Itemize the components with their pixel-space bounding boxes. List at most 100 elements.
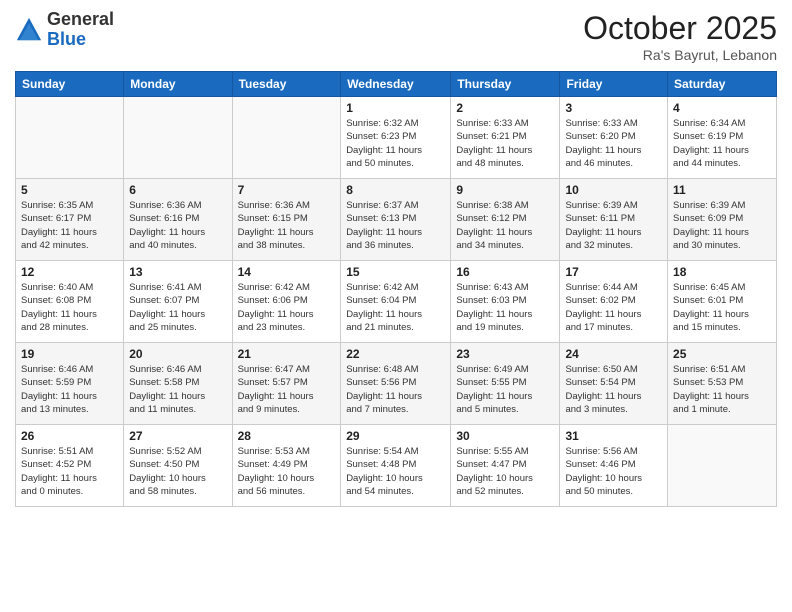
day-info: Sunrise: 5:56 AMSunset: 4:46 PMDaylight:… <box>565 445 662 498</box>
day-number: 16 <box>456 265 554 279</box>
day-number: 2 <box>456 101 554 115</box>
calendar-cell: 5 Sunrise: 6:35 AMSunset: 6:17 PMDaylight… <box>16 179 124 261</box>
calendar-week-4: 19 Sunrise: 6:46 AMSunset: 5:59 PMDayligh… <box>16 343 777 425</box>
calendar-cell: 13 Sunrise: 6:41 AMSunset: 6:07 PMDayligh… <box>124 261 232 343</box>
day-number: 12 <box>21 265 118 279</box>
day-info: Sunrise: 6:42 AMSunset: 6:06 PMDaylight:… <box>238 281 336 334</box>
day-number: 4 <box>673 101 771 115</box>
day-header-thursday: Thursday <box>451 72 560 97</box>
day-number: 1 <box>346 101 445 115</box>
calendar-week-5: 26 Sunrise: 5:51 AMSunset: 4:52 PMDayligh… <box>16 425 777 507</box>
day-number: 10 <box>565 183 662 197</box>
day-header-saturday: Saturday <box>668 72 777 97</box>
calendar-cell: 9Sunrise: 6:38 AMSunset: 6:12 PMDaylight… <box>451 179 560 261</box>
day-info: Sunrise: 6:38 AMSunset: 6:12 PMDaylight:… <box>456 199 554 252</box>
day-info: Sunrise: 6:41 AMSunset: 6:07 PMDaylight:… <box>129 281 226 334</box>
calendar-week-3: 12 Sunrise: 6:40 AMSunset: 6:08 PMDayligh… <box>16 261 777 343</box>
calendar-cell: 11 Sunrise: 6:39 AMSunset: 6:09 PMDayligh… <box>668 179 777 261</box>
calendar-cell: 7 Sunrise: 6:36 AMSunset: 6:15 PMDaylight… <box>232 179 341 261</box>
calendar-cell <box>124 97 232 179</box>
calendar-cell: 3 Sunrise: 6:33 AMSunset: 6:20 PMDaylight… <box>560 97 668 179</box>
day-info: Sunrise: 6:37 AMSunset: 6:13 PMDaylight:… <box>346 199 445 252</box>
calendar-cell: 1Sunrise: 6:32 AMSunset: 6:23 PMDaylight… <box>341 97 451 179</box>
logo: General Blue <box>15 10 114 50</box>
day-number: 21 <box>238 347 336 361</box>
day-info: Sunrise: 6:46 AMSunset: 5:58 PMDaylight:… <box>129 363 226 416</box>
calendar-cell: 12 Sunrise: 6:40 AMSunset: 6:08 PMDayligh… <box>16 261 124 343</box>
calendar-cell: 10 Sunrise: 6:39 AMSunset: 6:11 PMDayligh… <box>560 179 668 261</box>
calendar-cell: 16 Sunrise: 6:43 AMSunset: 6:03 PMDayligh… <box>451 261 560 343</box>
calendar-cell: 28 Sunrise: 5:53 AMSunset: 4:49 PMDayligh… <box>232 425 341 507</box>
day-number: 22 <box>346 347 445 361</box>
day-info: Sunrise: 6:40 AMSunset: 6:08 PMDaylight:… <box>21 281 118 334</box>
day-info: Sunrise: 6:44 AMSunset: 6:02 PMDaylight:… <box>565 281 662 334</box>
day-number: 5 <box>21 183 118 197</box>
day-info: Sunrise: 6:34 AMSunset: 6:19 PMDaylight:… <box>673 117 771 170</box>
day-number: 30 <box>456 429 554 443</box>
calendar-cell: 14Sunrise: 6:42 AMSunset: 6:06 PMDayligh… <box>232 261 341 343</box>
day-header-tuesday: Tuesday <box>232 72 341 97</box>
calendar-cell: 29Sunrise: 5:54 AMSunset: 4:48 PMDayligh… <box>341 425 451 507</box>
day-number: 31 <box>565 429 662 443</box>
day-number: 28 <box>238 429 336 443</box>
title-section: October 2025 Ra's Bayrut, Lebanon <box>583 10 777 63</box>
calendar-cell: 25Sunrise: 6:51 AMSunset: 5:53 PMDayligh… <box>668 343 777 425</box>
day-info: Sunrise: 6:46 AMSunset: 5:59 PMDaylight:… <box>21 363 118 416</box>
day-info: Sunrise: 6:33 AMSunset: 6:20 PMDaylight:… <box>565 117 662 170</box>
calendar-cell: 20 Sunrise: 6:46 AMSunset: 5:58 PMDayligh… <box>124 343 232 425</box>
calendar-cell: 30 Sunrise: 5:55 AMSunset: 4:47 PMDayligh… <box>451 425 560 507</box>
logo-text: General Blue <box>47 10 114 50</box>
day-info: Sunrise: 6:42 AMSunset: 6:04 PMDaylight:… <box>346 281 445 334</box>
day-info: Sunrise: 6:35 AMSunset: 6:17 PMDaylight:… <box>21 199 118 252</box>
day-info: Sunrise: 6:39 AMSunset: 6:09 PMDaylight:… <box>673 199 771 252</box>
day-info: Sunrise: 6:36 AMSunset: 6:15 PMDaylight:… <box>238 199 336 252</box>
day-header-monday: Monday <box>124 72 232 97</box>
day-info: Sunrise: 5:55 AMSunset: 4:47 PMDaylight:… <box>456 445 554 498</box>
calendar-cell: 8 Sunrise: 6:37 AMSunset: 6:13 PMDaylight… <box>341 179 451 261</box>
logo-icon <box>15 16 43 44</box>
day-number: 25 <box>673 347 771 361</box>
month-title: October 2025 <box>583 10 777 47</box>
calendar-cell <box>232 97 341 179</box>
day-number: 7 <box>238 183 336 197</box>
day-number: 11 <box>673 183 771 197</box>
day-info: Sunrise: 5:51 AMSunset: 4:52 PMDaylight:… <box>21 445 118 498</box>
day-number: 23 <box>456 347 554 361</box>
day-info: Sunrise: 6:36 AMSunset: 6:16 PMDaylight:… <box>129 199 226 252</box>
day-info: Sunrise: 6:50 AMSunset: 5:54 PMDaylight:… <box>565 363 662 416</box>
calendar-cell: 31 Sunrise: 5:56 AMSunset: 4:46 PMDayligh… <box>560 425 668 507</box>
day-info: Sunrise: 6:39 AMSunset: 6:11 PMDaylight:… <box>565 199 662 252</box>
calendar-week-1: 1Sunrise: 6:32 AMSunset: 6:23 PMDaylight… <box>16 97 777 179</box>
day-info: Sunrise: 6:33 AMSunset: 6:21 PMDaylight:… <box>456 117 554 170</box>
day-number: 8 <box>346 183 445 197</box>
day-info: Sunrise: 5:53 AMSunset: 4:49 PMDaylight:… <box>238 445 336 498</box>
day-number: 3 <box>565 101 662 115</box>
calendar-cell: 2 Sunrise: 6:33 AMSunset: 6:21 PMDaylight… <box>451 97 560 179</box>
location: Ra's Bayrut, Lebanon <box>583 47 777 63</box>
day-info: Sunrise: 6:43 AMSunset: 6:03 PMDaylight:… <box>456 281 554 334</box>
calendar-cell: 24 Sunrise: 6:50 AMSunset: 5:54 PMDayligh… <box>560 343 668 425</box>
logo-general: General <box>47 9 114 29</box>
calendar-week-2: 5 Sunrise: 6:35 AMSunset: 6:17 PMDaylight… <box>16 179 777 261</box>
day-number: 18 <box>673 265 771 279</box>
day-number: 19 <box>21 347 118 361</box>
calendar-cell <box>668 425 777 507</box>
day-number: 17 <box>565 265 662 279</box>
day-number: 26 <box>21 429 118 443</box>
day-info: Sunrise: 6:49 AMSunset: 5:55 PMDaylight:… <box>456 363 554 416</box>
day-number: 24 <box>565 347 662 361</box>
day-number: 29 <box>346 429 445 443</box>
day-header-friday: Friday <box>560 72 668 97</box>
calendar-cell <box>16 97 124 179</box>
day-info: Sunrise: 5:52 AMSunset: 4:50 PMDaylight:… <box>129 445 226 498</box>
calendar-table: SundayMondayTuesdayWednesdayThursdayFrid… <box>15 71 777 507</box>
calendar-cell: 27 Sunrise: 5:52 AMSunset: 4:50 PMDayligh… <box>124 425 232 507</box>
header: General Blue October 2025 Ra's Bayrut, L… <box>15 10 777 63</box>
day-number: 20 <box>129 347 226 361</box>
day-number: 13 <box>129 265 226 279</box>
calendar-cell: 23 Sunrise: 6:49 AMSunset: 5:55 PMDayligh… <box>451 343 560 425</box>
calendar-cell: 26 Sunrise: 5:51 AMSunset: 4:52 PMDayligh… <box>16 425 124 507</box>
calendar-cell: 22Sunrise: 6:48 AMSunset: 5:56 PMDayligh… <box>341 343 451 425</box>
day-number: 27 <box>129 429 226 443</box>
calendar-cell: 21Sunrise: 6:47 AMSunset: 5:57 PMDayligh… <box>232 343 341 425</box>
